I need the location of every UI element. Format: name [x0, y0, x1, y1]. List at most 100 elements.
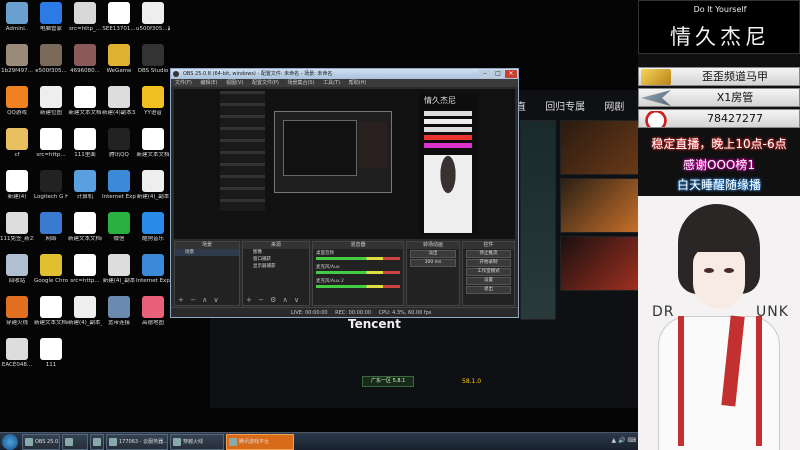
desktop-icon[interactable]: 新建(4)_副本_副本	[68, 296, 102, 338]
desktop-icon[interactable]: WeGame	[102, 44, 136, 86]
desktop-icon[interactable]: 电脑管家	[34, 2, 68, 44]
id-bar: 78427277	[638, 109, 800, 128]
desktop-icon[interactable]: Internet Explorer	[102, 170, 136, 212]
close-icon[interactable]: ×	[505, 70, 517, 78]
promo-tile[interactable]	[560, 236, 640, 291]
desktop-icon[interactable]: 111免签_新22222...	[0, 212, 34, 254]
maximize-icon[interactable]: □	[492, 70, 504, 78]
mixer-channel[interactable]: 麦克风/Aux 2	[313, 277, 403, 291]
mixer-channel[interactable]: 麦克风/Aux	[313, 263, 403, 277]
desktop-icon[interactable]: 新建文本文档(2)	[68, 212, 102, 254]
obs-window[interactable]: OBS 25.0.8 (64-bit, windows) - 配置文件: 未命名…	[170, 68, 519, 318]
taskbar-item[interactable]: 穿越火线	[170, 434, 224, 450]
desktop-icon[interactable]: 微信	[102, 212, 136, 254]
taskbar-item[interactable]: OBS 25.0.8 (64...	[22, 434, 60, 450]
desktop-icon[interactable]: 穿越火线	[0, 296, 34, 338]
desktop-icon[interactable]: EACE048...	[0, 338, 34, 380]
desktop-icon[interactable]: 4696080...	[68, 44, 102, 86]
source-item[interactable]: 窗口捕获	[243, 256, 309, 263]
transition-duration-input[interactable]: 300 ms	[410, 259, 456, 267]
transitions-dock: 转场动画 淡出 300 ms	[406, 241, 460, 306]
menu-scene-collection[interactable]: 场景集合(S)	[287, 80, 314, 86]
desktop-icon[interactable]: u500f305...副本	[136, 2, 170, 44]
desktop-icon[interactable]: 网络	[34, 212, 68, 254]
start-recording-button[interactable]: 开始录制	[466, 259, 511, 267]
settings-button[interactable]: 设置	[466, 277, 511, 285]
desktop-icon-image	[74, 170, 96, 192]
lucky-cat-icon	[641, 111, 671, 127]
nav-item[interactable]: 回归专属	[545, 102, 585, 113]
desktop-icon[interactable]: cf	[0, 128, 34, 170]
exit-button[interactable]: 退出	[466, 286, 511, 294]
promo-tile[interactable]	[520, 120, 556, 320]
desktop-icon[interactable]: YY语音	[136, 86, 170, 128]
desktop-icon[interactable]: 计算机	[68, 170, 102, 212]
desktop-icon-label: 新建(4)	[7, 194, 27, 200]
start-button[interactable]	[2, 434, 18, 450]
desktop-icon[interactable]: 酷狗音乐	[136, 212, 170, 254]
menu-file[interactable]: 文件(F)	[175, 80, 192, 86]
menu-help[interactable]: 帮助(H)	[349, 80, 367, 86]
desktop-icon-label: Logitech G HUB	[34, 194, 68, 200]
desktop-icon[interactable]: 111	[34, 338, 68, 380]
promo-tile[interactable]	[560, 178, 640, 233]
desktop-icon[interactable]: Internet Explorer	[136, 254, 170, 296]
desktop-icon-label: 新建(4)副本3333_副本	[102, 110, 136, 116]
system-tray[interactable]: ▲ 🔊 ⌨	[611, 437, 636, 444]
channel-bar-text: 歪歪频道马甲	[702, 70, 768, 83]
desktop-icon[interactable]: Google Chrome	[34, 254, 68, 296]
desktop-icon[interactable]: 腾讯QQ	[102, 128, 136, 170]
promo-tile[interactable]	[560, 120, 640, 175]
desktop-icon[interactable]: 宽带连接	[102, 296, 136, 338]
desktop-icon[interactable]: src=http...	[68, 254, 102, 296]
menu-view[interactable]: 视图(V)	[226, 80, 243, 86]
desktop-icon[interactable]: SEE13701...	[102, 2, 136, 44]
desktop-icon[interactable]: Logitech G HUB	[34, 170, 68, 212]
desktop-icon[interactable]: Admini..	[0, 2, 34, 44]
obs-preview[interactable]: 情久杰尼	[174, 89, 515, 239]
minimize-icon[interactable]: –	[479, 70, 491, 78]
menu-tools[interactable]: 工具(T)	[323, 80, 340, 86]
source-controls[interactable]: + − ⚙ ∧ ∨	[246, 296, 301, 304]
desktop-icon[interactable]: 高德地图	[136, 296, 170, 338]
desktop-icon[interactable]: OBS Studio	[136, 44, 170, 86]
nav-item[interactable]: 网剧	[604, 102, 624, 113]
taskbar-item[interactable]	[62, 434, 88, 450]
desktop-icon-image	[108, 296, 130, 318]
desktop-icon[interactable]: src=http...	[34, 128, 68, 170]
taskbar-item[interactable]: 腾讯游戏平台	[226, 434, 294, 450]
mixer-channel-label: 麦克风/Aux	[316, 265, 340, 270]
obs-titlebar[interactable]: OBS 25.0.8 (64-bit, windows) - 配置文件: 未命名…	[171, 69, 518, 79]
desktop-icon[interactable]: 回收站	[0, 254, 34, 296]
desktop-icon[interactable]: 111里面	[68, 128, 102, 170]
desktop-icon[interactable]: 新建文本文档	[68, 86, 102, 128]
scene-controls[interactable]: + − ∧ ∨	[178, 296, 221, 304]
taskbar-item[interactable]: 177063 - 云服务器...	[106, 434, 168, 450]
taskbar-item[interactable]	[90, 434, 104, 450]
source-item[interactable]: 图像	[243, 249, 309, 256]
studio-mode-button[interactable]: 工作室模式	[466, 268, 511, 276]
desktop-icon[interactable]: QQ游戏	[0, 86, 34, 128]
desktop-icon[interactable]: 1b29f497...	[0, 44, 34, 86]
desktop-icon[interactable]: 新建文本文档	[136, 128, 170, 170]
desktop-icon-label: 新建文本文档	[136, 152, 170, 158]
desktop-icon[interactable]: src=http_...	[68, 2, 102, 44]
source-item[interactable]: 显示器捕获	[243, 263, 309, 270]
daytime-text: 白天睡醒随缘播	[676, 178, 761, 192]
desktop-icon[interactable]: 新建(4)_副本	[102, 254, 136, 296]
stop-streaming-button[interactable]: 停止推流	[466, 250, 511, 258]
desktop-icon[interactable]: 新建位图	[34, 86, 68, 128]
desktop-icon[interactable]: 新建(4)_副本	[136, 170, 170, 212]
preview-bar	[424, 135, 472, 140]
desktop-icon[interactable]: 新建文本文档(3)	[34, 296, 68, 338]
desktop-icon[interactable]: 新建(4)副本3333_副本	[102, 86, 136, 128]
transition-type-select[interactable]: 淡出	[410, 250, 456, 258]
desktop-icon-image	[6, 212, 28, 234]
menu-edit[interactable]: 编辑(E)	[200, 80, 217, 86]
desktop-icon[interactable]: 新建(4)	[0, 170, 34, 212]
scene-item[interactable]: 场景	[175, 249, 239, 256]
server-selector[interactable]: 广东一区 5.8.1	[362, 376, 414, 387]
menu-profile[interactable]: 配置文件(P)	[252, 80, 279, 86]
mixer-channel[interactable]: 桌面音频	[313, 249, 403, 263]
desktop-icon[interactable]: e500f305...	[34, 44, 68, 86]
